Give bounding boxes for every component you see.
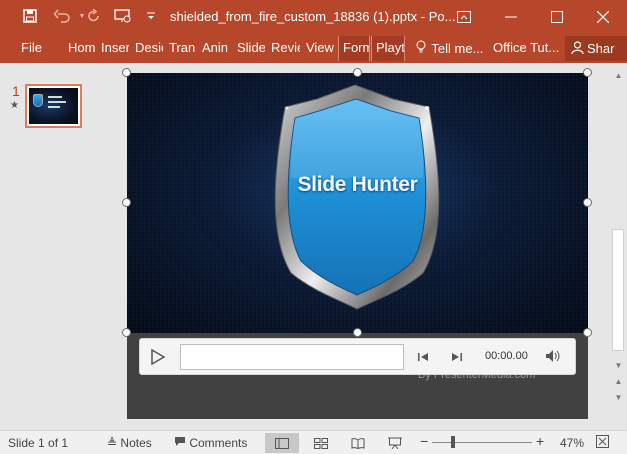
comment-icon [174, 436, 189, 450]
tab-slideshow[interactable]: Slide [237, 40, 265, 55]
share-button[interactable]: Shar [565, 36, 627, 61]
title-bar: ▼ shielded_from_fire_custom_18836 (1).pp… [0, 0, 627, 33]
vertical-scrollbar[interactable]: ▲ ▼ ▲ ▼ [610, 63, 627, 430]
window-title: shielded_from_fire_custom_18836 (1).pptx… [170, 9, 456, 24]
resize-handle-top-right[interactable] [583, 68, 592, 77]
zoom-slider-track[interactable] [432, 442, 532, 443]
comments-button[interactable]: Comments [174, 436, 247, 450]
thumbnail-line [48, 101, 66, 103]
resize-handle-right[interactable] [583, 198, 592, 207]
status-bar: Slide 1 of 1 ≜ Notes Comments − + 47% [0, 430, 627, 454]
slide-thumbnail-pane: 1 ★ [0, 63, 112, 430]
skip-back-button[interactable] [416, 350, 430, 364]
slide-number: 1 [12, 83, 20, 99]
tab-view[interactable]: View [306, 40, 334, 55]
reading-view-icon [351, 437, 365, 449]
ribbon-display-icon[interactable] [442, 0, 486, 33]
notes-icon: ≜ [107, 436, 118, 450]
scrollbar-thumb[interactable] [612, 229, 624, 351]
slide-canvas[interactable]: Slide Hunter [127, 73, 588, 333]
zoom-in-button[interactable]: + [536, 433, 544, 449]
fit-to-window-icon [596, 435, 609, 448]
media-time: 00:00.00 [485, 350, 528, 362]
tab-design[interactable]: Desic [135, 40, 163, 55]
skip-back-icon [418, 353, 428, 361]
slide-sorter-icon [314, 437, 328, 449]
ribbon-tabs: File Hom Inser Desic Tran Anin Slide Rev… [0, 33, 627, 63]
speaker-icon [546, 350, 560, 362]
thumbnail-line [48, 96, 62, 98]
shield-graphic [127, 73, 588, 333]
slideshow-button[interactable] [378, 433, 412, 453]
redo-icon[interactable] [83, 6, 105, 26]
skip-forward-button[interactable] [450, 350, 464, 364]
tab-home[interactable]: Hom [68, 40, 96, 55]
slide-indicator: Slide 1 of 1 [8, 436, 69, 450]
tab-playback[interactable]: Playt [371, 36, 405, 61]
shield-text: Slide Hunter [297, 173, 418, 196]
resize-handle-top-left[interactable] [122, 68, 131, 77]
tab-format[interactable]: Form [338, 36, 370, 61]
volume-button[interactable] [545, 349, 561, 366]
zoom-out-button[interactable]: − [420, 433, 428, 449]
share-label: Shar [587, 41, 615, 56]
reading-view-button[interactable] [341, 433, 375, 453]
minimize-icon[interactable] [489, 0, 533, 33]
normal-view-button[interactable] [265, 433, 299, 453]
notes-label: Notes [120, 436, 152, 450]
tab-review[interactable]: Revie [271, 40, 300, 55]
start-from-beginning-icon[interactable] [112, 6, 134, 26]
scroll-up-icon[interactable]: ▲ [613, 71, 624, 81]
previous-slide-icon[interactable]: ▲ [613, 377, 624, 387]
tab-file[interactable]: File [21, 40, 42, 55]
play-button[interactable] [149, 348, 167, 366]
tell-me-search[interactable]: Tell me... [416, 40, 483, 56]
comments-label: Comments [189, 436, 248, 450]
play-icon [151, 349, 165, 365]
resize-handle-top[interactable] [353, 68, 362, 77]
resize-handle-bottom-left[interactable] [122, 328, 131, 337]
tab-office-tutorials[interactable]: Office Tut... [493, 40, 559, 55]
animation-star-icon: ★ [10, 100, 19, 111]
person-icon [571, 40, 587, 57]
slide-editor: Slide Hunter By PresenterMedia.com 00:00… [112, 63, 610, 430]
notes-button[interactable]: ≜ Notes [107, 436, 152, 450]
normal-view-icon [275, 437, 289, 449]
close-icon[interactable] [581, 0, 625, 33]
maximize-icon[interactable] [535, 0, 579, 33]
resize-handle-bottom[interactable] [353, 328, 362, 337]
fit-to-window-button[interactable] [596, 435, 609, 451]
customize-qat-icon[interactable] [140, 6, 162, 26]
zoom-level[interactable]: 47% [560, 436, 584, 450]
thumbnail-line [48, 106, 60, 108]
next-slide-icon[interactable]: ▼ [613, 393, 624, 403]
thumbnail-shield [33, 94, 43, 107]
tell-me-label: Tell me... [431, 41, 484, 56]
lightbulb-icon [416, 40, 428, 56]
slideshow-icon [388, 437, 402, 449]
slide-thumbnail[interactable] [25, 84, 82, 128]
tab-insert[interactable]: Inser [101, 40, 129, 55]
slide-sorter-button[interactable] [304, 433, 338, 453]
media-progress-bar[interactable] [180, 344, 404, 370]
undo-icon[interactable] [51, 6, 73, 26]
zoom-slider-thumb[interactable] [451, 436, 455, 448]
save-icon[interactable] [19, 6, 41, 26]
media-controls: 00:00.00 [139, 338, 576, 375]
tab-transitions[interactable]: Tran [169, 40, 196, 55]
resize-handle-left[interactable] [122, 198, 131, 207]
tab-animations[interactable]: Anin [202, 40, 230, 55]
resize-handle-bottom-right[interactable] [583, 328, 592, 337]
slide-thumbnail-image [29, 88, 78, 124]
scroll-down-icon[interactable]: ▼ [613, 361, 624, 371]
skip-forward-icon [452, 353, 462, 361]
